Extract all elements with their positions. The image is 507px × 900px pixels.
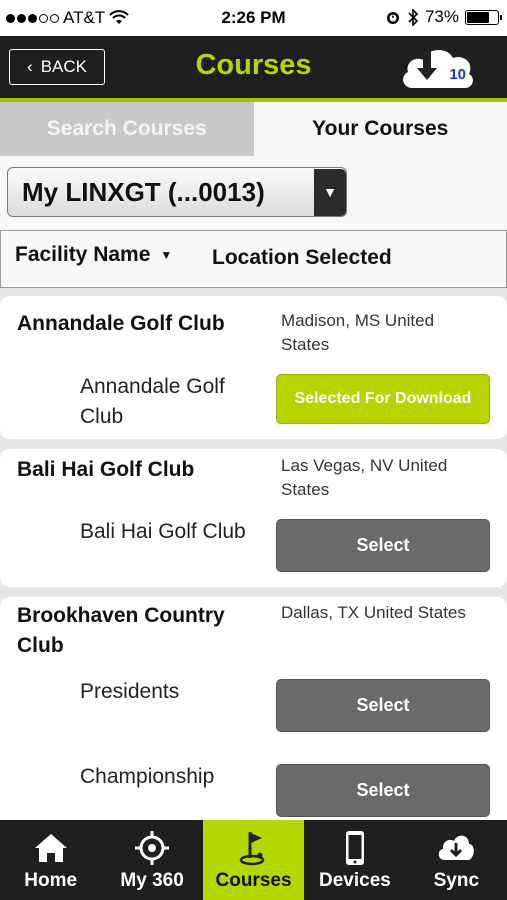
select-button[interactable]: Select: [276, 679, 490, 732]
nav-devices-label: Devices: [319, 870, 391, 891]
club-location-line1: Dallas, TX United States: [281, 603, 466, 622]
club-location: Madison, MS United States: [281, 309, 497, 357]
nav-home-label: Home: [24, 870, 78, 891]
nav-courses[interactable]: Courses: [202, 820, 305, 900]
status-bar: AT&T 2:26 PM 73%: [0, 0, 507, 36]
course-name-line1: Annandale Golf: [80, 375, 225, 398]
club-name-line1: Brookhaven Country: [17, 604, 225, 627]
nav-home[interactable]: Home: [0, 820, 101, 900]
crosshair-icon: [135, 831, 170, 865]
course-name-line2: Club: [80, 405, 124, 428]
club-name: Brookhaven Country Club: [17, 601, 225, 661]
club-card: Annandale Golf Club Madison, MS United S…: [0, 296, 507, 439]
device-select[interactable]: My LINXGT (...0013) ▼: [7, 167, 347, 217]
tab-bar: Search Courses Your Courses: [0, 102, 507, 156]
nav-devices[interactable]: Devices: [304, 820, 405, 900]
course-name: Annandale Golf Club: [80, 372, 225, 432]
club-name-line2: Club: [17, 634, 64, 657]
sort-facility-name[interactable]: Facility Name ▼: [15, 243, 172, 267]
nav-sync[interactable]: Sync: [406, 820, 507, 900]
select-button[interactable]: Select: [276, 764, 490, 817]
phone-icon: [345, 831, 364, 865]
club-name: Bali Hai Golf Club: [17, 458, 195, 481]
club-location-line2: States: [281, 480, 330, 499]
course-name: Championship: [80, 765, 215, 788]
bluetooth-icon: [408, 8, 419, 26]
sort-facility-label: Facility Name: [15, 243, 151, 266]
location-selected-header: Location Selected: [212, 246, 392, 269]
club-card: Bali Hai Golf Club Las Vegas, NV United …: [0, 449, 507, 587]
select-button[interactable]: Select: [276, 519, 490, 572]
course-list[interactable]: Annandale Golf Club Madison, MS United S…: [0, 288, 507, 820]
caret-down-icon: ▼: [160, 248, 173, 262]
device-selector-area: My LINXGT (...0013) ▼: [0, 156, 507, 230]
club-location-line1: Las Vegas, NV United: [281, 456, 448, 475]
battery-percent: 73%: [424, 7, 459, 26]
tab-your-courses[interactable]: Your Courses: [253, 102, 507, 156]
selected-for-download-button[interactable]: Selected For Download: [276, 374, 490, 424]
club-location: Dallas, TX United States: [281, 601, 497, 625]
course-name: Presidents: [80, 680, 180, 703]
golf-flag-icon: [239, 832, 264, 866]
home-icon: [34, 834, 67, 862]
nav-my-360-label: My 360: [120, 870, 184, 891]
nav-sync-label: Sync: [433, 870, 480, 891]
club-card: Brookhaven Country Club Dallas, TX Unite…: [0, 597, 507, 820]
tab-search-courses[interactable]: Search Courses: [0, 102, 254, 156]
bottom-nav: Home My 360 Courses Devices Sync: [0, 820, 507, 900]
cloud-sync-icon: [439, 835, 475, 860]
dropdown-arrow-icon[interactable]: ▼: [314, 168, 346, 216]
download-count-badge: 10: [449, 66, 466, 83]
nav-courses-label: Courses: [215, 870, 292, 891]
device-select-value: My LINXGT (...0013): [22, 176, 265, 207]
club-name: Annandale Golf Club: [17, 312, 225, 335]
nav-my-360[interactable]: My 360: [101, 820, 202, 900]
alarm-icon: [386, 12, 399, 24]
battery-icon: [465, 9, 502, 25]
club-location-line2: States: [281, 335, 330, 354]
course-name: Bali Hai Golf Club: [80, 520, 246, 543]
sort-bar: Facility Name ▼ Location Selected: [0, 230, 507, 288]
club-location: Las Vegas, NV United States: [281, 454, 497, 502]
club-location-line1: Madison, MS United: [281, 311, 435, 330]
header: ‹ BACK Courses 10: [0, 36, 507, 102]
